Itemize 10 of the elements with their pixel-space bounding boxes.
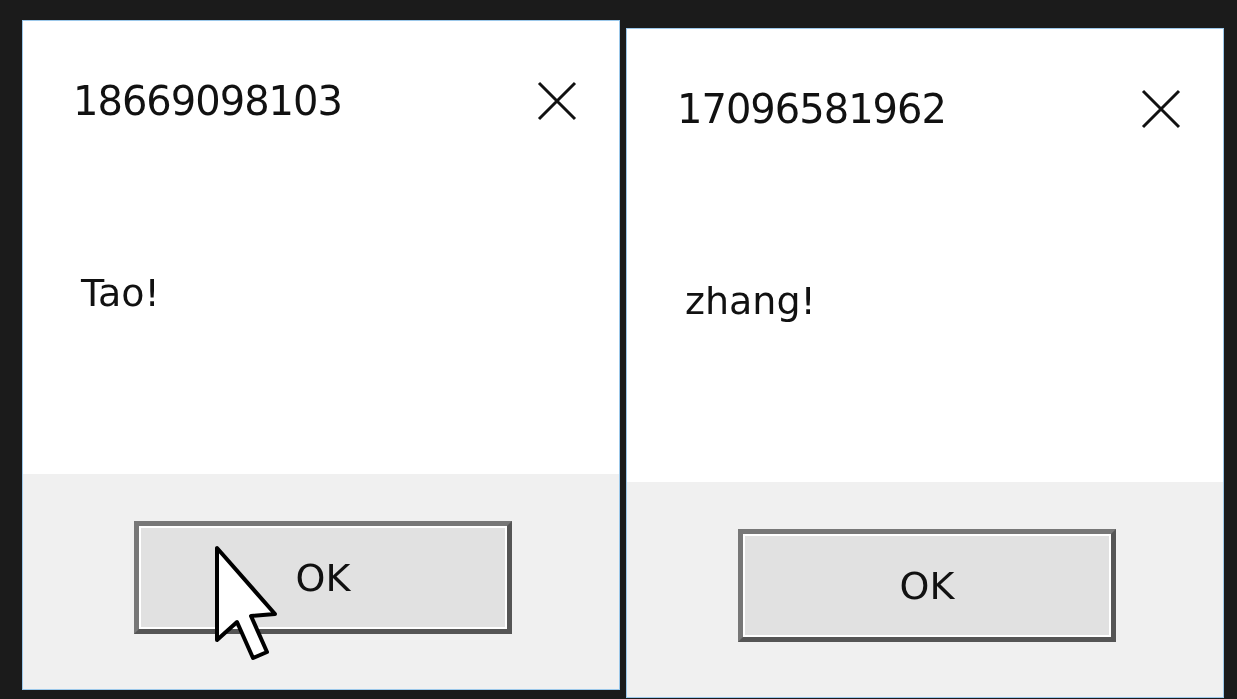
dialog-title: 18669098103 (73, 78, 342, 124)
dialog-title: 17096581962 (677, 86, 946, 132)
close-button[interactable] (1139, 87, 1183, 131)
ok-button[interactable]: OK (134, 521, 512, 634)
close-button[interactable] (535, 79, 579, 123)
message-text: zhang! (685, 278, 816, 323)
ok-button[interactable]: OK (738, 529, 1116, 642)
close-icon (1139, 87, 1183, 131)
message-text: Tao! (81, 270, 160, 315)
close-icon (535, 79, 579, 123)
